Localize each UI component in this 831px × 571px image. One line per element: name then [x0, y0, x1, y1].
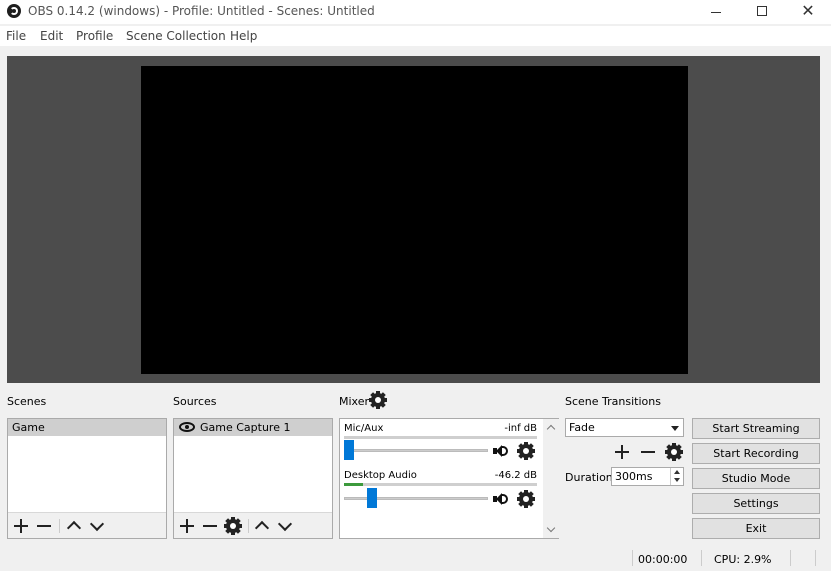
stream-time: 00:00:00	[638, 553, 688, 566]
maximize-button[interactable]	[739, 0, 785, 24]
desktop-audio-slider-handle[interactable]	[366, 488, 377, 508]
desktop-audio-db: -46.2 dB	[494, 470, 537, 481]
separator	[632, 550, 633, 566]
mic-aux-label: Mic/Aux	[344, 423, 384, 434]
preview-area[interactable]	[7, 56, 820, 383]
status-bar: 00:00:00 CPU: 2.9%	[0, 545, 831, 571]
desktop-audio-volume-slider[interactable]	[344, 497, 488, 500]
desktop-audio-label: Desktop Audio	[344, 470, 417, 481]
scroll-up-icon[interactable]	[543, 419, 559, 435]
separator	[248, 519, 249, 533]
separator	[815, 550, 816, 566]
mixer-scrollbar[interactable]	[543, 419, 559, 538]
scenes-title: Scenes	[7, 395, 47, 408]
mic-aux-db: -inf dB	[504, 423, 537, 434]
transition-value: Fade	[569, 421, 595, 434]
exit-button[interactable]: Exit	[692, 518, 820, 539]
mic-aux-gear-icon[interactable]	[517, 442, 535, 460]
mic-aux-volume-icon[interactable]	[493, 444, 509, 458]
add-scene-plus-icon[interactable]	[12, 517, 30, 535]
remove-transition-minus-icon[interactable]	[639, 443, 657, 461]
mic-aux-meter	[344, 436, 537, 439]
spin-up-icon[interactable]	[674, 470, 680, 474]
add-source-plus-icon[interactable]	[178, 517, 196, 535]
sources-title: Sources	[173, 395, 217, 408]
scroll-down-icon[interactable]	[543, 522, 559, 538]
obs-logo-icon	[7, 4, 21, 18]
settings-button[interactable]: Settings	[692, 493, 820, 514]
duration-value: 300ms	[615, 470, 653, 483]
desktop-audio-meter	[344, 483, 537, 486]
duration-label: Duration	[565, 471, 613, 484]
spin-down-icon[interactable]	[674, 478, 680, 482]
desktop-audio-meter-fill	[344, 483, 364, 486]
audio-mixer: Mic/Aux -inf dB Desktop Audio -46.2 dB	[339, 418, 559, 539]
separator	[701, 550, 702, 566]
move-scene-down-icon[interactable]	[88, 517, 106, 535]
duration-spinbox[interactable]: 300ms	[611, 467, 684, 486]
mic-aux-slider-handle[interactable]	[344, 440, 354, 460]
scene-item-label: Game	[12, 421, 45, 434]
source-properties-gear-icon[interactable]	[224, 517, 242, 535]
close-button[interactable]: ✕	[785, 0, 831, 24]
minimize-button[interactable]	[693, 0, 739, 24]
transitions-title: Scene Transitions	[565, 395, 661, 408]
move-source-up-icon[interactable]	[253, 517, 271, 535]
mixer-title: Mixer	[339, 395, 370, 408]
menu-help[interactable]: Help	[230, 29, 257, 43]
move-source-down-icon[interactable]	[276, 517, 294, 535]
add-transition-plus-icon[interactable]	[613, 443, 631, 461]
source-item[interactable]: Game Capture 1	[174, 419, 332, 436]
transition-gear-icon[interactable]	[665, 443, 683, 461]
preview-canvas[interactable]	[141, 66, 688, 374]
menu-edit[interactable]: Edit	[40, 29, 63, 43]
remove-source-minus-icon[interactable]	[201, 517, 219, 535]
window-title: OBS 0.14.2 (windows) - Profile: Untitled…	[28, 4, 375, 18]
desktop-audio-gear-icon[interactable]	[517, 490, 535, 508]
scene-item[interactable]: Game	[8, 419, 166, 436]
cpu-usage: CPU: 2.9%	[714, 553, 772, 566]
scenes-list[interactable]: Game	[7, 418, 167, 539]
desktop-audio-volume-icon[interactable]	[493, 492, 509, 506]
visibility-eye-icon[interactable]	[179, 422, 195, 432]
menu-file[interactable]: File	[6, 29, 26, 43]
separator	[59, 519, 60, 533]
menu-bar: File Edit Profile Scene Collection Help	[0, 26, 831, 46]
duration-spin-buttons[interactable]	[670, 468, 683, 485]
transition-select[interactable]: Fade	[565, 418, 684, 437]
chevron-down-icon	[671, 426, 679, 431]
sources-list[interactable]: Game Capture 1	[173, 418, 333, 539]
scenes-toolbar	[8, 512, 166, 538]
source-item-label: Game Capture 1	[200, 421, 291, 434]
studio-mode-button[interactable]: Studio Mode	[692, 468, 820, 489]
sources-toolbar	[174, 512, 332, 538]
move-scene-up-icon[interactable]	[65, 517, 83, 535]
title-bar: OBS 0.14.2 (windows) - Profile: Untitled…	[0, 0, 831, 24]
menu-scene-collection[interactable]: Scene Collection	[126, 29, 226, 43]
mixer-settings-gear-icon[interactable]	[369, 391, 387, 409]
mic-aux-volume-slider[interactable]	[344, 449, 488, 452]
remove-scene-minus-icon[interactable]	[35, 517, 53, 535]
start-streaming-button[interactable]: Start Streaming	[692, 418, 820, 439]
start-recording-button[interactable]: Start Recording	[692, 443, 820, 464]
menu-profile[interactable]: Profile	[76, 29, 113, 43]
separator	[790, 550, 791, 566]
